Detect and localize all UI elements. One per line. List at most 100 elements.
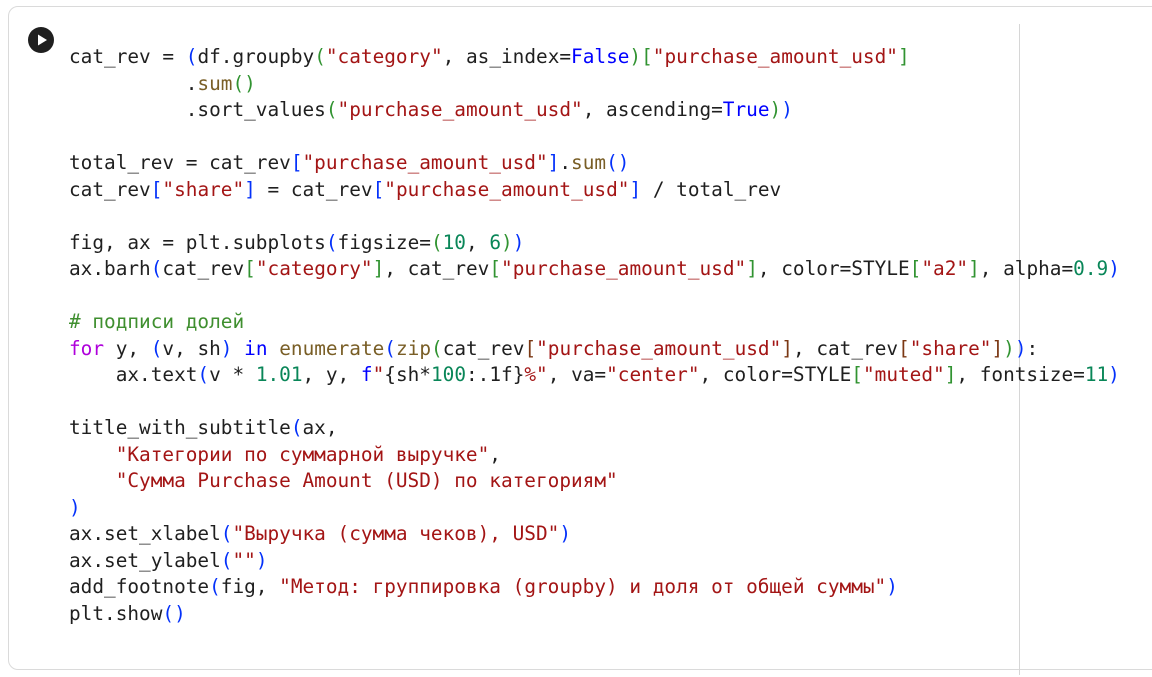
code-line[interactable]: ) (69, 495, 1120, 522)
code-line[interactable]: total_rev = cat_rev["purchase_amount_usd… (69, 150, 1120, 177)
code-token: "share" (162, 177, 245, 201)
code-token: cat_rev (69, 177, 151, 201)
code-line[interactable]: ax.barh(cat_rev["category"], cat_rev["pu… (69, 256, 1120, 283)
code-token: "Сумма Purchase Amount (USD) по категори… (115, 469, 618, 492)
play-icon (38, 34, 47, 46)
run-cell-button[interactable] (28, 27, 54, 53)
code-line[interactable]: ax.text(v * 1.01, y, f"{sh*100:.1f}%", v… (69, 362, 1120, 389)
code-token: ) (512, 230, 525, 254)
code-line[interactable]: cat_rev = (df.groupby("category", as_ind… (69, 44, 1120, 71)
code-token: in (244, 336, 268, 360)
code-token: ax, (302, 416, 338, 439)
code-line[interactable] (69, 203, 1120, 230)
code-token: "purchase_amount_usd" (652, 45, 898, 68)
code-token: ) (1014, 336, 1027, 360)
code-token: ] (944, 363, 957, 386)
code-line[interactable]: .sum() (69, 71, 1120, 98)
code-token: ] (897, 45, 910, 68)
code-token: "" (232, 548, 256, 572)
code-token: v, sh (162, 336, 221, 360)
code-token: ( (430, 230, 443, 254)
code-token: ] (244, 177, 256, 201)
code-token: cat_rev (162, 257, 245, 280)
code-token: ( (209, 575, 221, 598)
code-editor[interactable]: cat_rev = (df.groupby("category", as_ind… (69, 44, 1120, 627)
code-token: , va= (547, 363, 607, 386)
code-token: :.1f} (466, 363, 525, 386)
code-line[interactable]: # подписи долей (69, 309, 1120, 336)
code-token: add_footnote (69, 575, 210, 598)
code-token: [ (898, 336, 910, 360)
code-token: 6 (489, 230, 502, 254)
code-token: "Метод: группировка (groupby) и доля от … (279, 575, 887, 598)
code-token: ax.text (69, 363, 198, 386)
code-line[interactable] (69, 283, 1120, 310)
code-token: [ (909, 257, 922, 280)
code-token: . (69, 71, 198, 95)
code-line[interactable]: title_with_subtitle(ax, (69, 415, 1120, 442)
code-token: y, (104, 336, 151, 360)
code-token: , alpha= (979, 257, 1074, 280)
code-token: ( (314, 45, 326, 68)
code-token: "purchase_amount_usd" (302, 151, 548, 174)
code-token: ) (255, 548, 268, 572)
code-line[interactable]: "Категории по суммарной выручке", (69, 442, 1120, 469)
code-line[interactable]: fig, ax = plt.subplots(figsize=(10, 6)) (69, 230, 1120, 257)
code-line[interactable]: add_footnote(fig, "Метод: группировка (g… (69, 574, 1120, 601)
code-token: ] (629, 177, 642, 201)
code-token: : (1026, 336, 1039, 360)
code-line[interactable]: for y, (v, sh) in enumerate(zip(cat_rev[… (69, 336, 1120, 363)
code-token: = cat_rev (255, 177, 373, 201)
code-token: 0.9 (1073, 257, 1109, 280)
code-token: ] (991, 336, 1004, 360)
code-token: ( (431, 336, 443, 360)
code-token: "share" (909, 336, 992, 360)
code-line[interactable]: ax.set_xlabel("Выручка (сумма чеков), US… (69, 521, 1120, 548)
code-line[interactable]: cat_rev["share"] = cat_rev["purchase_amo… (69, 177, 1120, 204)
code-line[interactable]: plt.show() (69, 601, 1120, 628)
code-token: %" (524, 363, 548, 386)
code-line[interactable] (69, 124, 1120, 151)
code-token: # подписи долей (69, 310, 245, 333)
code-token: , color=STYLE (757, 257, 910, 280)
code-token: "Выручка (сумма чеков), USD" (232, 522, 560, 545)
code-token: [ (372, 177, 385, 201)
code-token: , fontsize= (956, 363, 1085, 386)
code-token: fig, (220, 575, 280, 598)
code-token: ( (150, 336, 163, 360)
code-token: , (465, 230, 490, 254)
code-line[interactable]: .sort_values("purchase_amount_usd", asce… (69, 97, 1120, 124)
code-token: fig, ax = plt.subplots (69, 230, 326, 254)
code-token: ( (197, 363, 210, 386)
code-token: "purchase_amount_usd" (384, 177, 630, 201)
code-token: [ (290, 151, 303, 174)
code-token: 1.01 (255, 363, 303, 386)
code-token: ] (547, 151, 560, 174)
code-token: "category" (325, 45, 443, 68)
code-token: "center" (606, 363, 700, 386)
code-token: ax.set_xlabel (69, 522, 221, 545)
code-token: "category" (255, 257, 373, 280)
code-token: ) (1108, 257, 1120, 280)
code-token: ] (746, 257, 758, 280)
code-token: ] (968, 257, 980, 280)
code-token: "purchase_amount_usd" (337, 98, 583, 121)
code-line[interactable]: ax.set_ylabel("") (69, 548, 1120, 575)
code-token: {sh* (384, 363, 431, 386)
code-token: ax.barh (69, 257, 151, 280)
code-token: ( (325, 98, 338, 121)
code-token: , cat_rev (792, 336, 899, 360)
code-token: ( (384, 336, 396, 360)
code-line[interactable] (69, 389, 1120, 416)
code-token: ) (781, 98, 793, 121)
code-token: ] (372, 257, 385, 280)
code-token: ) (559, 522, 572, 545)
code-token: plt.show (69, 601, 163, 625)
code-line[interactable]: "Сумма Purchase Amount (USD) по категори… (69, 468, 1120, 495)
code-token: [ (244, 257, 256, 280)
code-token: ) (629, 45, 642, 68)
